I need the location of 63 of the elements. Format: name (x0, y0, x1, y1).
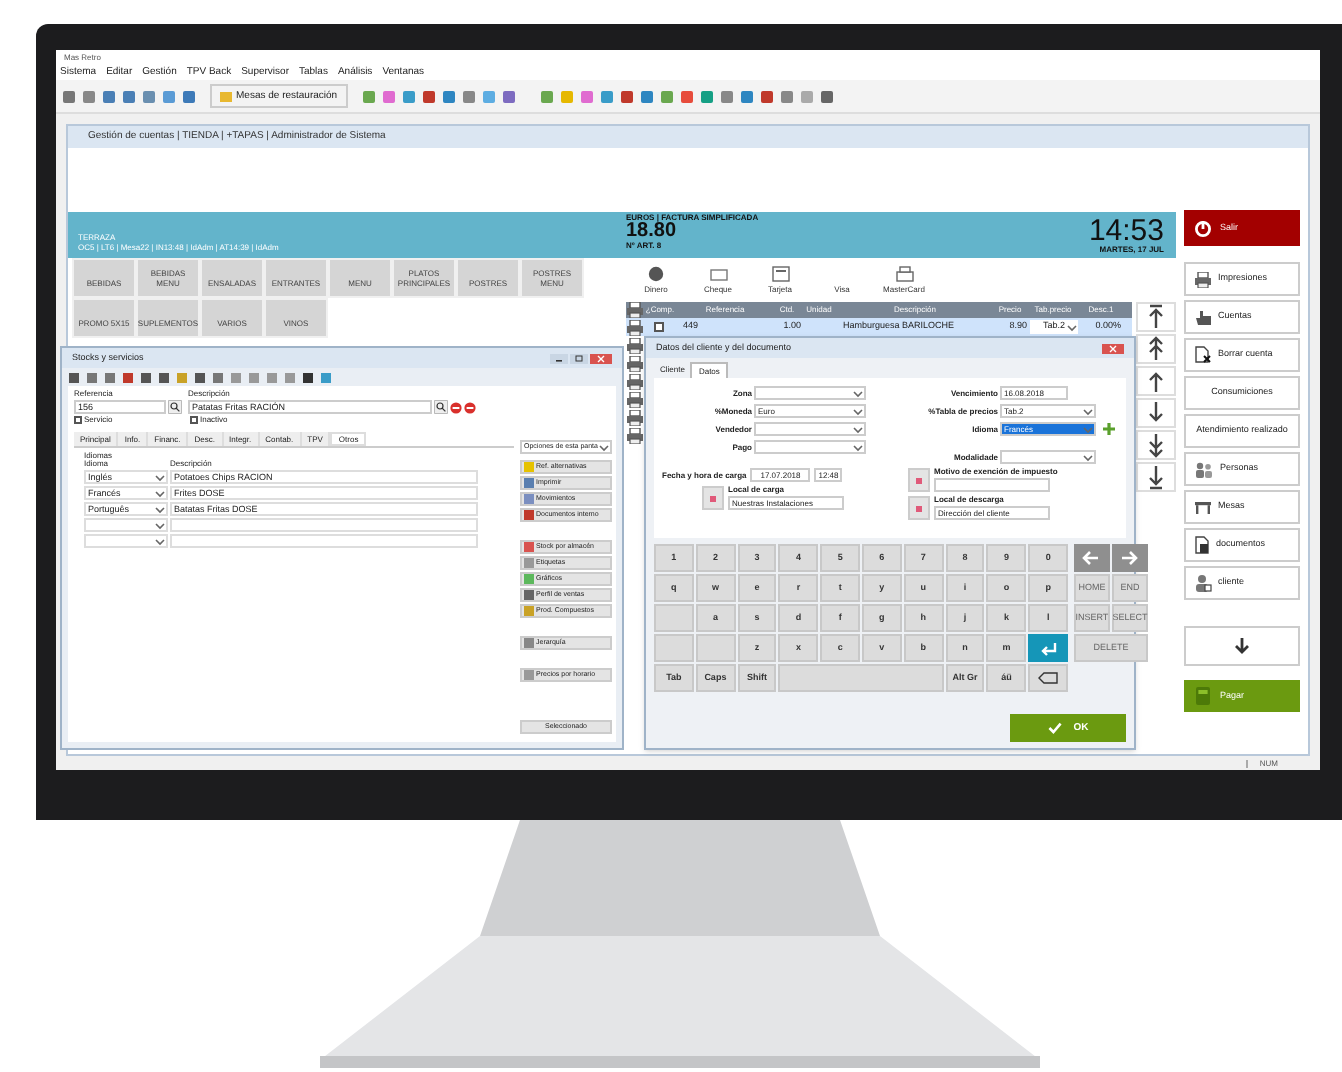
input-field[interactable] (170, 518, 478, 532)
square-icon (710, 495, 716, 501)
square-icon (916, 477, 922, 483)
no-entry-icon[interactable] (464, 401, 476, 413)
person-icon (1194, 574, 1212, 592)
printer-icon[interactable] (625, 427, 643, 443)
minimize-icon[interactable] (550, 353, 568, 363)
square-icon (916, 505, 922, 511)
printer-icon[interactable] (625, 409, 643, 425)
search-icon[interactable] (434, 400, 448, 414)
printer-icon[interactable] (625, 337, 643, 353)
checkbox[interactable] (653, 322, 663, 332)
scroll-button[interactable] (1136, 430, 1176, 460)
enter-key[interactable] (1028, 634, 1068, 662)
close-icon[interactable] (1102, 343, 1124, 353)
no-entry-icon[interactable] (450, 401, 462, 413)
clock-time: 14:53 (1088, 216, 1164, 246)
printer-icon[interactable] (625, 391, 643, 407)
backspace-key[interactable] (1028, 664, 1068, 692)
cheque-icon (709, 267, 727, 281)
printer-icon[interactable] (625, 355, 643, 371)
search-icon[interactable] (168, 400, 182, 414)
checkbox[interactable] (74, 416, 82, 424)
lookup-button[interactable] (908, 496, 930, 520)
dropdown-caret-icon[interactable] (1065, 321, 1077, 333)
checkmark-icon (1047, 722, 1062, 734)
scroll-button[interactable] (1136, 366, 1176, 396)
card-icon (771, 266, 789, 282)
backspace-icon (1038, 672, 1059, 684)
printer-icon[interactable] (625, 319, 643, 335)
scroll-button[interactable] (1136, 462, 1176, 492)
lookup-button[interactable] (702, 486, 724, 510)
printer-icon (1194, 271, 1212, 287)
lookup-button[interactable] (908, 468, 930, 492)
document-delete-icon (1194, 346, 1212, 364)
down-arrow-icon (1232, 636, 1252, 656)
scroll-button[interactable] (1136, 302, 1176, 332)
people-icon (1194, 461, 1214, 477)
table-icon (1194, 500, 1212, 514)
input-field[interactable] (170, 534, 478, 548)
arrow-key[interactable] (1111, 544, 1148, 572)
payment-terminal-icon (1194, 686, 1212, 706)
total-amount: 18.80 (626, 222, 679, 242)
enter-icon (1039, 641, 1058, 655)
side-button[interactable] (1184, 626, 1300, 666)
coin-icon (648, 266, 664, 282)
dropdown-caret-icon[interactable] (598, 441, 610, 453)
scroll-button[interactable] (1136, 334, 1176, 364)
scroll-button[interactable] (1136, 398, 1176, 428)
hand-icon (1194, 309, 1212, 325)
folder-icon (220, 90, 232, 102)
maximize-icon[interactable] (570, 353, 588, 363)
power-icon (1194, 219, 1212, 237)
right-arrow-icon (1120, 550, 1139, 566)
input-field[interactable] (934, 478, 1050, 492)
plus-icon[interactable] (1102, 422, 1116, 436)
cash-register-icon (895, 266, 913, 282)
printer-icon[interactable] (625, 373, 643, 389)
arrow-key[interactable] (1073, 544, 1110, 572)
dropdown-caret-icon[interactable] (1082, 451, 1094, 463)
left-arrow-icon (1082, 550, 1101, 566)
close-icon[interactable] (590, 353, 612, 363)
checkbox[interactable] (190, 416, 198, 424)
